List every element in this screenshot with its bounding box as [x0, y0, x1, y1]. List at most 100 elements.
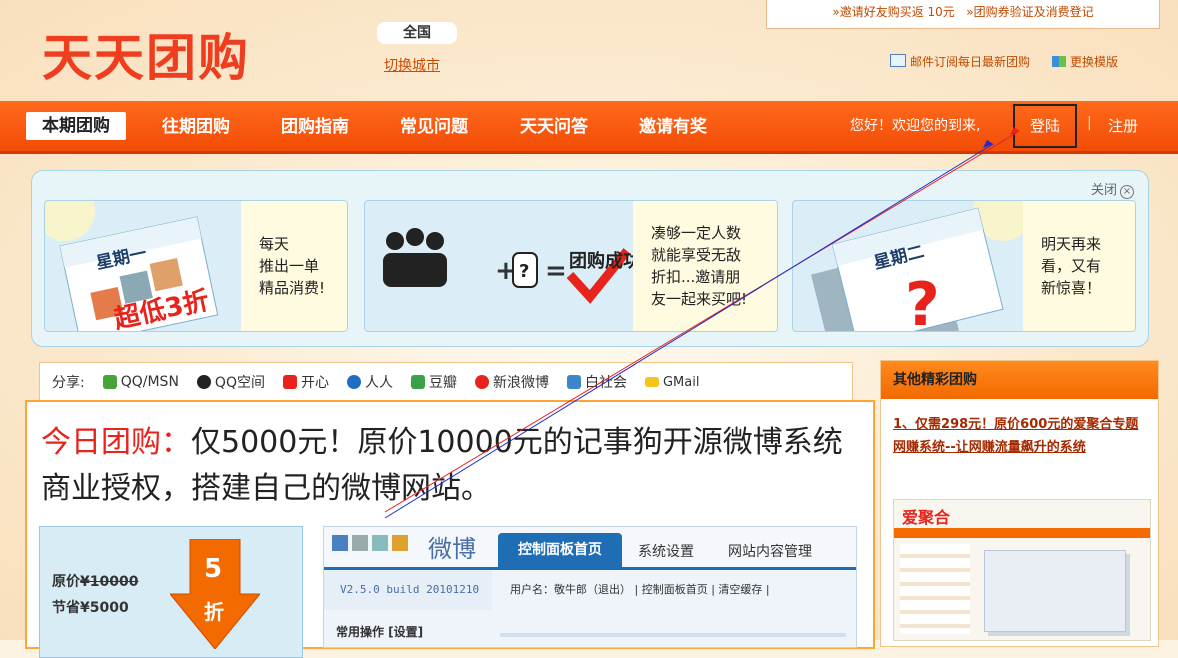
- nav-qa[interactable]: 天天问答: [520, 113, 588, 141]
- email-subscribe-link[interactable]: 邮件订阅每日最新团购: [890, 53, 1030, 70]
- promo-line: 友一起来买吧!: [651, 290, 748, 308]
- screenshot-user-line: 用户名：敬牛郎（退出） | 控制面板首页 | 清空缓存 |: [510, 583, 770, 596]
- gmail-icon: [644, 377, 659, 387]
- share-baishehui[interactable]: 白社会: [566, 372, 627, 392]
- promo-card-group: + ? = 团购成功 凑够一定人数就能享受无敌折扣...邀请朋友一起来买吧!: [364, 200, 778, 332]
- close-icon: ×: [1120, 185, 1134, 199]
- promo-line: 凑够一定人数: [651, 224, 742, 242]
- screenshot-tab-active: 控制面板首页: [498, 533, 622, 567]
- main-nav: 本期团购 往期团购 团购指南 常见问题 天天问答 邀请有奖 您好！欢迎您的到来,…: [0, 101, 1178, 154]
- share-qq-msn-label: QQ/MSN: [120, 374, 179, 390]
- share-kaixin[interactable]: 开心: [282, 372, 329, 392]
- promo-line: 每天: [259, 235, 290, 253]
- deal-title[interactable]: 今日团购：仅5000元！原价10000元的记事狗开源微博系统商业授权，搭建自己的…: [41, 420, 861, 512]
- weibo-icon: [474, 375, 489, 389]
- nav-separator: |: [1087, 115, 1092, 131]
- promo-line: 新惊喜！: [1041, 279, 1102, 297]
- qq-msn-icon: [102, 375, 117, 389]
- saving-label: 节省: [52, 600, 80, 616]
- screenshot-tab: 网站内容管理: [728, 544, 812, 560]
- promo-card-monday-text: 每天推出一单精品消费!: [241, 201, 347, 331]
- saving: 节省¥5000: [52, 597, 129, 617]
- share-weibo[interactable]: 新浪微博: [474, 372, 549, 392]
- deal-colon: ：: [161, 425, 191, 460]
- saving-value: ¥5000: [80, 600, 129, 616]
- invite-link[interactable]: »邀请好友购买返 10元: [832, 5, 954, 19]
- welcome-text: 您好！欢迎您的到来,: [850, 118, 981, 134]
- share-qzone[interactable]: QQ空间: [196, 372, 265, 392]
- douban-icon: [410, 375, 425, 389]
- promo-card-monday: 星期一 超低3折 每天 推出一单 精品消费!: [44, 200, 348, 332]
- site-logo[interactable]: 天天团购: [42, 18, 250, 90]
- envelope-icon: [890, 54, 906, 67]
- template-icon: [1052, 56, 1067, 67]
- promo-card-group-text: 凑够一定人数 就能享受无敌 折扣...邀请朋 友一起来买吧!: [633, 201, 777, 331]
- baishehui-icon: [566, 375, 581, 389]
- original-price-label: 原价: [52, 574, 80, 590]
- screenshot-brand: 微博: [428, 535, 476, 563]
- share-douban[interactable]: 豆瓣: [410, 372, 457, 392]
- folder-icon[interactable]: [392, 535, 408, 551]
- deal-prefix: 今日团购: [41, 425, 161, 460]
- share-label: 分享:: [52, 375, 85, 391]
- promo-line: 看，又有: [1041, 257, 1102, 275]
- nav-past-deals[interactable]: 往期团购: [162, 113, 230, 141]
- mail-icon[interactable]: [372, 535, 388, 551]
- share-renren[interactable]: 人人: [346, 372, 393, 392]
- close-button[interactable]: 关闭 ×: [1091, 179, 1134, 199]
- promo-line: 明天再来: [1041, 235, 1102, 253]
- verify-link[interactable]: »团购券验证及消费登记: [966, 5, 1093, 19]
- nav-guide[interactable]: 团购指南: [281, 113, 349, 141]
- discount-arrow-icon: 5 折: [170, 539, 260, 649]
- svg-text:?: ?: [519, 261, 529, 282]
- top-links-bar: »邀请好友购买返 10元 »团购券验证及消费登记: [766, 0, 1160, 29]
- nav-invite[interactable]: 邀请有奖: [639, 113, 707, 141]
- nav-faq[interactable]: 常见问题: [400, 113, 468, 141]
- svg-text:=: =: [545, 256, 567, 286]
- share-qzone-label: QQ空间: [214, 375, 265, 391]
- share-qq-msn[interactable]: QQ/MSN: [102, 374, 179, 390]
- original-price: 原价¥10000: [52, 571, 138, 591]
- share-weibo-label: 新浪微博: [492, 375, 549, 391]
- discount-unit: 折: [204, 600, 224, 624]
- today-deal: 今日团购：仅5000元！原价10000元的记事狗开源微博系统商业授权，搭建自己的…: [25, 400, 875, 658]
- original-price-value: ¥10000: [80, 574, 139, 590]
- share-kaixin-label: 开心: [300, 375, 329, 391]
- group-success-illustration: + ? = 团购成功: [383, 228, 641, 304]
- calendar-tuesday-icon: 星期二 ?: [810, 201, 1033, 331]
- sidebar-deal-link[interactable]: 1、仅需298元！原价600元的爱聚合专题网赚系统--让网赚流量飙升的系统: [893, 413, 1149, 459]
- sidebar-img-brand: 爱聚合: [902, 508, 951, 527]
- login-link[interactable]: 登陆: [1030, 115, 1060, 136]
- change-template-link[interactable]: 更换模版: [1052, 53, 1118, 70]
- promo-line: 精品消费!: [259, 279, 326, 297]
- share-renren-label: 人人: [364, 375, 393, 391]
- sidebar-deal-image[interactable]: 爱聚合: [893, 499, 1151, 641]
- product-screenshot: 微博 控制面板首页 系统设置 网站内容管理 V2.5.0 build 20101…: [323, 526, 857, 648]
- screenshot-version: V2.5.0 build 20101210: [340, 583, 480, 596]
- promo-line: 折扣...邀请朋: [651, 268, 741, 286]
- share-bar: 分享: QQ/MSN QQ空间 开心 人人 豆瓣 新浪微博 白社会 GMail: [39, 362, 853, 401]
- promo-card-tuesday-text: 明天再来看，又有新惊喜！: [1023, 201, 1135, 331]
- share-gmail[interactable]: GMail: [644, 375, 699, 390]
- sidebar-title: 其他精彩团购: [881, 361, 1158, 399]
- promo-line: 就能享受无敌: [651, 246, 742, 264]
- promo-line: 推出一单: [259, 257, 320, 275]
- print-icon[interactable]: [352, 535, 368, 551]
- qzone-icon: [196, 375, 211, 389]
- screenshot-ops: 常用操作 [设置]: [336, 625, 424, 639]
- nav-current-deal[interactable]: 本期团购: [26, 112, 126, 140]
- promo-card-tuesday: 星期二 ? 明天再来看，又有新惊喜！: [792, 200, 1136, 332]
- close-label: 关闭: [1090, 183, 1117, 198]
- screenshot-tab: 系统设置: [638, 544, 694, 560]
- sidebar-other-deals: 其他精彩团购 1、仅需298元！原价600元的爱聚合专题网赚系统--让网赚流量飙…: [880, 360, 1159, 647]
- promo-banner: 关闭 × 星期一 超低3折 每天 推出一单 精品消费! + ? = 团购成 凑够…: [31, 170, 1149, 347]
- kaixin-icon: [282, 375, 297, 389]
- register-link[interactable]: 注册: [1108, 115, 1138, 136]
- sub-links: 邮件订阅每日最新团购 更换模版: [890, 53, 1118, 70]
- screenshot-toolbar: [332, 535, 408, 551]
- save-icon[interactable]: [332, 535, 348, 551]
- renren-icon: [346, 375, 361, 389]
- question-mark-icon: ?: [905, 270, 940, 331]
- email-subscribe-label: 邮件订阅每日最新团购: [910, 55, 1031, 69]
- switch-city-link[interactable]: 切换城市: [384, 55, 440, 75]
